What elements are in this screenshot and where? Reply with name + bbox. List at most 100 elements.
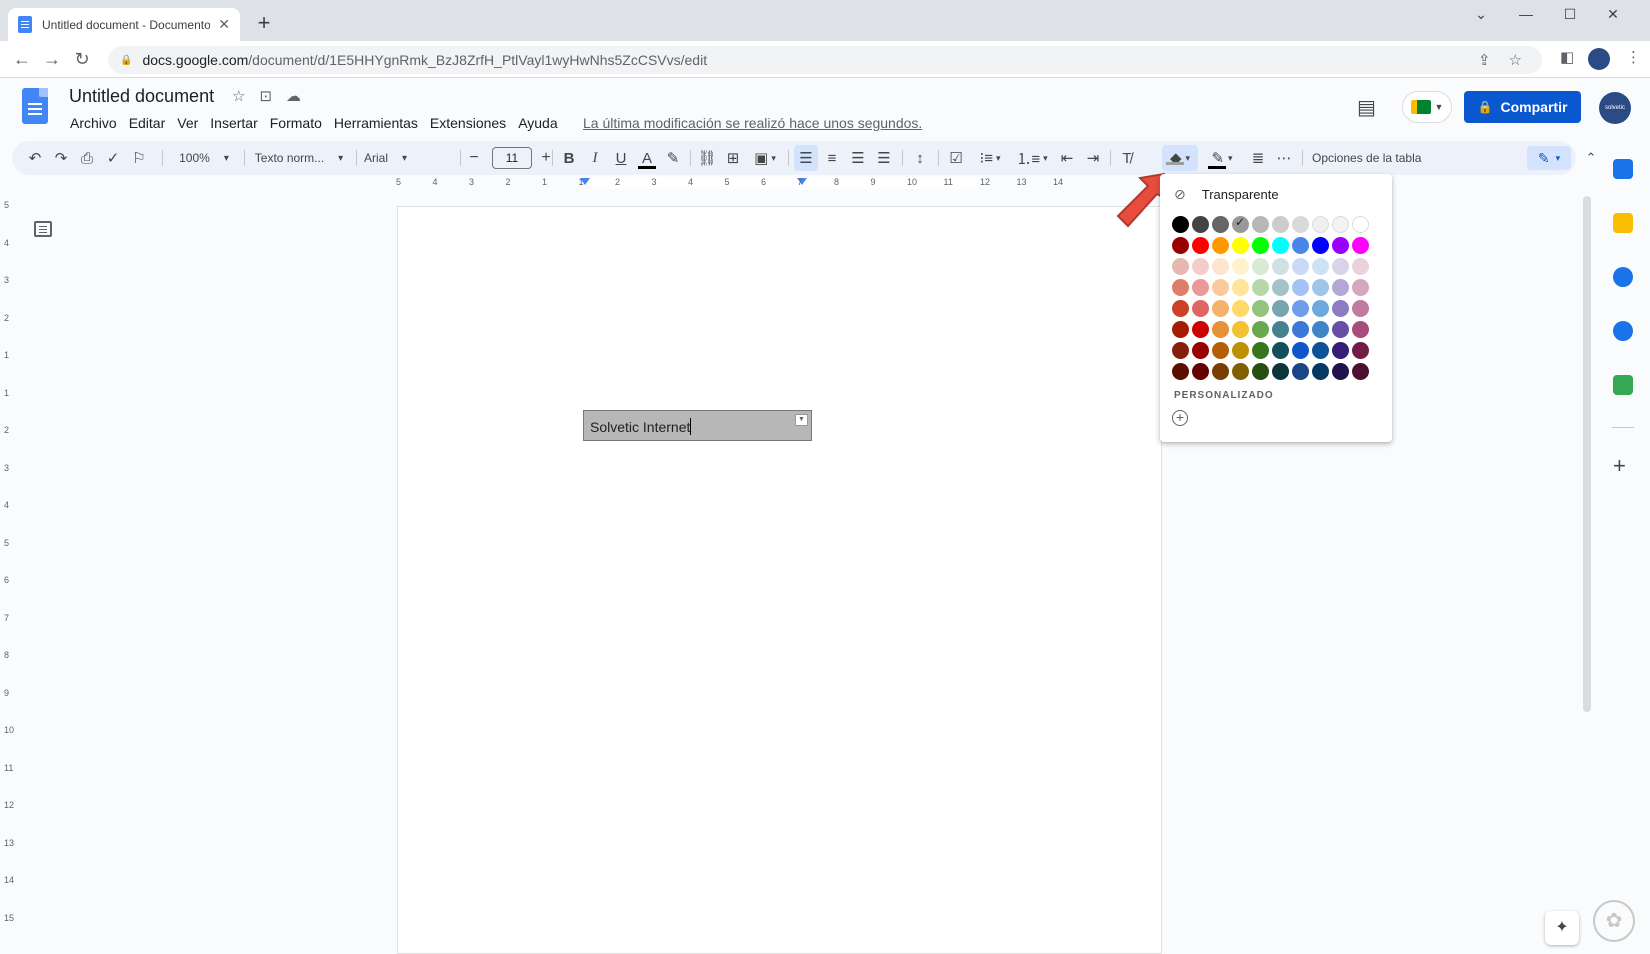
last-edit-link[interactable]: La última modificación se realizó hace u… <box>583 115 922 131</box>
reload-icon[interactable]: ↻ <box>70 47 94 71</box>
color-swatch[interactable] <box>1271 216 1289 233</box>
align-center-icon[interactable]: ≡ <box>820 141 844 175</box>
border-dash-icon[interactable]: ⋯ <box>1272 141 1296 175</box>
color-swatch[interactable] <box>1211 216 1229 233</box>
color-swatch[interactable] <box>1291 237 1309 254</box>
color-swatch[interactable] <box>1231 279 1249 296</box>
color-swatch[interactable] <box>1171 279 1189 296</box>
color-swatch[interactable] <box>1331 279 1349 296</box>
color-swatch[interactable] <box>1331 216 1349 233</box>
menu-extensiones[interactable]: Extensiones <box>424 115 512 131</box>
undo-icon[interactable]: ↶ <box>24 141 46 175</box>
insert-image-icon[interactable]: ▣ ▾ <box>748 141 782 175</box>
color-swatch[interactable] <box>1251 363 1269 380</box>
color-swatch[interactable] <box>1211 300 1229 317</box>
color-swatch[interactable] <box>1311 300 1329 317</box>
redo-icon[interactable]: ↷ <box>50 141 72 175</box>
menu-ver[interactable]: Ver <box>171 115 204 131</box>
move-folder-icon[interactable]: ⊡ <box>259 87 272 105</box>
calendar-icon[interactable] <box>1613 159 1633 179</box>
color-swatch[interactable] <box>1231 215 1249 233</box>
color-swatch[interactable] <box>1251 300 1269 317</box>
color-swatch[interactable] <box>1251 321 1269 338</box>
meet-button[interactable]: ▼ <box>1402 91 1452 123</box>
color-swatch[interactable] <box>1191 258 1209 275</box>
color-swatch[interactable] <box>1191 363 1209 380</box>
color-swatch[interactable] <box>1271 300 1289 317</box>
maximize-button[interactable]: ☐ <box>1555 6 1585 23</box>
color-swatch[interactable] <box>1351 258 1369 275</box>
color-swatch[interactable] <box>1171 363 1189 380</box>
color-swatch[interactable] <box>1251 279 1269 296</box>
color-swatch[interactable] <box>1351 279 1369 296</box>
color-swatch[interactable] <box>1191 279 1209 296</box>
zoom-select[interactable]: 100% <box>174 141 234 175</box>
color-swatch[interactable] <box>1331 321 1349 338</box>
border-color-button[interactable]: ✎ ▾ <box>1204 141 1240 175</box>
new-tab-button[interactable]: + <box>252 10 276 36</box>
color-swatch[interactable] <box>1311 279 1329 296</box>
align-right-icon[interactable]: ☰ <box>846 141 870 175</box>
font-size-input[interactable]: 11 <box>492 147 532 169</box>
minimize-button[interactable]: — <box>1511 6 1541 22</box>
menu-archivo[interactable]: Archivo <box>64 115 123 131</box>
comment-history-icon[interactable]: ▤ <box>1357 95 1376 120</box>
color-swatch[interactable] <box>1311 237 1329 254</box>
keep-icon[interactable] <box>1613 213 1633 233</box>
color-swatch[interactable] <box>1331 342 1349 359</box>
color-swatch[interactable] <box>1191 216 1209 233</box>
add-comment-icon[interactable]: ⊞ <box>722 141 744 175</box>
url-field[interactable]: 🔒 docs.google.com/document/d/1E5HHYgnRmk… <box>108 46 1542 74</box>
scrollbar-thumb[interactable] <box>1583 196 1591 712</box>
color-swatch[interactable] <box>1271 363 1289 380</box>
increase-indent-icon[interactable]: ⇥ <box>1082 141 1104 175</box>
color-swatch[interactable] <box>1231 342 1249 359</box>
color-swatch[interactable] <box>1291 321 1309 338</box>
bookmark-star-icon[interactable]: ☆ <box>1509 51 1522 69</box>
color-swatch[interactable] <box>1211 258 1229 275</box>
color-swatch[interactable] <box>1331 300 1349 317</box>
color-swatch[interactable] <box>1251 216 1269 233</box>
text-color-icon[interactable]: A <box>636 141 658 175</box>
color-swatch[interactable] <box>1211 321 1229 338</box>
cell-menu-chevron-icon[interactable]: ▼ <box>795 414 808 426</box>
color-swatch[interactable] <box>1171 216 1189 233</box>
color-swatch[interactable] <box>1311 321 1329 338</box>
insert-link-icon[interactable]: ⛓ <box>696 141 718 175</box>
get-addons-icon[interactable]: + <box>1613 453 1626 479</box>
color-swatch[interactable] <box>1291 363 1309 380</box>
color-swatch[interactable] <box>1351 363 1369 380</box>
color-swatch[interactable] <box>1351 237 1369 254</box>
maps-icon[interactable] <box>1613 375 1633 395</box>
browser-profile-avatar[interactable] <box>1588 48 1610 70</box>
color-swatch[interactable] <box>1251 237 1269 254</box>
browser-tab[interactable]: Untitled document - Documento ✕ <box>8 8 240 41</box>
align-left-icon[interactable]: ☰ <box>794 145 818 171</box>
underline-icon[interactable]: U <box>610 141 632 175</box>
contacts-icon[interactable] <box>1613 321 1633 341</box>
color-swatch[interactable] <box>1251 342 1269 359</box>
explore-button[interactable]: ✦ <box>1545 911 1579 945</box>
cell-background-color-button[interactable]: ◆ ▾ <box>1162 145 1198 171</box>
style-select[interactable]: Texto norm... <box>250 141 348 175</box>
color-swatch[interactable] <box>1271 321 1289 338</box>
color-swatch[interactable] <box>1331 237 1349 254</box>
color-swatch[interactable] <box>1311 342 1329 359</box>
tab-search-icon[interactable]: ⌄ <box>1466 6 1496 23</box>
star-icon[interactable]: ☆ <box>232 87 245 105</box>
color-swatch[interactable] <box>1191 321 1209 338</box>
document-title[interactable]: Untitled document <box>69 86 214 107</box>
color-swatch[interactable] <box>1271 237 1289 254</box>
decrease-indent-icon[interactable]: ⇤ <box>1056 141 1078 175</box>
browser-menu-icon[interactable]: ⋮ <box>1626 48 1641 66</box>
print-icon[interactable]: ⎙ <box>76 141 98 175</box>
color-swatch[interactable] <box>1351 216 1369 233</box>
numbered-list-icon[interactable]: ⒈≡ ▾ <box>1014 141 1050 175</box>
increase-font-size-button[interactable]: + <box>536 146 556 170</box>
color-swatch[interactable] <box>1351 321 1369 338</box>
color-swatch[interactable] <box>1311 363 1329 380</box>
menu-insertar[interactable]: Insertar <box>204 115 263 131</box>
color-swatch[interactable] <box>1251 258 1269 275</box>
color-swatch[interactable] <box>1271 258 1289 275</box>
color-swatch[interactable] <box>1291 279 1309 296</box>
